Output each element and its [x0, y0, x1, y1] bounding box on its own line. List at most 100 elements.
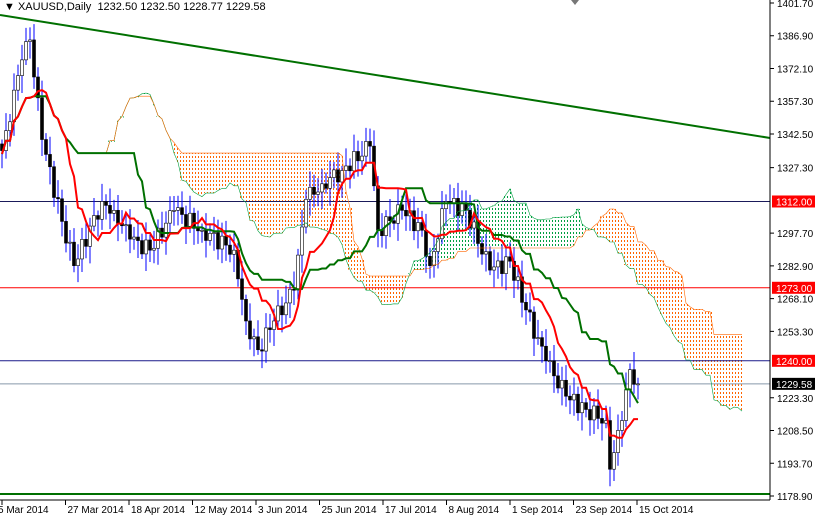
dropdown-triangle-icon[interactable]: ▼	[4, 1, 15, 13]
cloud-segment	[720, 334, 724, 406]
candle-body	[460, 203, 464, 216]
candle-body	[544, 345, 548, 362]
candle-body	[40, 97, 44, 140]
cloud-segment	[220, 153, 224, 189]
cloud-segment	[396, 275, 400, 304]
cloud-segment	[200, 153, 204, 197]
candle-body	[208, 233, 212, 241]
cloud-segment	[568, 216, 572, 248]
candle-body	[588, 409, 592, 421]
cloud-segment	[188, 153, 192, 188]
candle-body	[32, 39, 36, 78]
candle-body	[248, 320, 252, 340]
candle-body	[296, 254, 300, 291]
ohlc-values: 1232.50 1232.50 1228.77 1229.58	[97, 1, 266, 13]
candle-body	[412, 210, 416, 232]
candle-body	[612, 452, 616, 470]
chart-header: ▼ XAUUSD,Daily 1232.50 1232.50 1228.77 1…	[4, 1, 266, 13]
y-tick-label: 1372.10	[777, 64, 814, 75]
cloud-segment	[444, 222, 448, 261]
candle-body	[404, 210, 408, 217]
candle-body	[8, 121, 12, 131]
cloud-segment	[716, 334, 720, 402]
candle-body	[636, 383, 640, 386]
candle-body	[108, 205, 112, 214]
cloud-segment	[504, 194, 508, 248]
price-chart[interactable]: 1401.70 1386.90 1372.10 1357.30 1342.50 1327.…	[0, 0, 815, 516]
cloud-segment	[184, 153, 188, 182]
candle-body	[180, 207, 184, 215]
y-tick-label: 1386.90	[777, 32, 814, 43]
x-tick-label: 18 Apr 2014	[131, 505, 185, 516]
candle-body	[144, 239, 148, 255]
candle-body	[300, 226, 304, 256]
candle-body	[508, 256, 512, 262]
cloud-segment	[564, 217, 568, 248]
cloud-segment	[260, 153, 264, 236]
candle-body	[196, 228, 200, 232]
cloud-segment	[704, 311, 708, 376]
y-tick-label: 1327.30	[777, 164, 814, 175]
candle-body	[244, 299, 248, 322]
y-tick-label: 1268.10	[777, 295, 814, 306]
trendline[interactable]	[0, 13, 771, 139]
cloud-segment	[268, 153, 272, 238]
x-tick-label: 23 Sep 2014	[576, 505, 633, 516]
candle-body	[64, 221, 68, 244]
candle-body	[104, 201, 108, 206]
candle-body	[368, 141, 372, 147]
cloud-segment	[380, 275, 384, 305]
cloud-segment	[208, 153, 212, 194]
candle-body	[616, 430, 620, 453]
cloud-segment	[672, 270, 676, 336]
cloud-segment	[248, 153, 252, 221]
candle-body	[336, 169, 340, 183]
candle-body	[168, 210, 172, 224]
cloud-segment	[224, 153, 228, 189]
cloud-segment	[384, 275, 388, 305]
candle-body	[556, 375, 560, 389]
cloud-segment	[548, 219, 552, 248]
candle-body	[360, 155, 364, 162]
cloud-segment	[640, 241, 644, 285]
y-tick-label: 1193.70	[777, 459, 813, 470]
candle-body	[324, 183, 328, 189]
cloud-segment	[732, 334, 736, 408]
candle-body	[80, 239, 84, 260]
candle-body	[184, 214, 188, 227]
price-tag: 1240.00	[776, 357, 813, 368]
candle-body	[560, 379, 564, 389]
cloud-segment	[600, 216, 604, 237]
candle-body	[332, 169, 336, 178]
shift-marker-icon[interactable]	[571, 0, 579, 5]
candle-body	[60, 198, 64, 222]
candle-body	[44, 139, 48, 155]
cloud-segment	[556, 217, 560, 248]
cloud-segment	[676, 272, 680, 342]
candle-body	[312, 186, 316, 195]
y-tick-label: 1342.50	[777, 130, 814, 141]
cloud-segment	[292, 153, 296, 228]
cloud-segment	[180, 153, 184, 181]
candle-body	[528, 309, 532, 313]
cloud-segment	[740, 334, 744, 412]
time-axis: 5 Mar 2014 27 Mar 2014 18 Apr 2014 12 May 2…	[0, 500, 694, 516]
cloud-segment	[688, 306, 692, 360]
cloud-segment	[228, 153, 232, 183]
cloud-segment	[524, 203, 528, 248]
candle-body	[504, 256, 508, 274]
candle-body	[492, 266, 496, 271]
cloud-segment	[544, 219, 548, 248]
candle-body	[432, 251, 436, 266]
cloud-segment	[360, 258, 364, 282]
cloud-segment	[560, 217, 564, 248]
candle-body	[344, 165, 348, 171]
cloud-segment	[256, 153, 260, 231]
cloud-segment	[420, 258, 424, 270]
cloud-segment	[652, 250, 656, 298]
candle-body	[600, 418, 604, 424]
cloud-segment	[736, 334, 740, 408]
x-tick-label: 3 Jun 2014	[258, 505, 308, 516]
cloud-segment	[272, 153, 276, 234]
cloud-segment	[616, 212, 620, 254]
